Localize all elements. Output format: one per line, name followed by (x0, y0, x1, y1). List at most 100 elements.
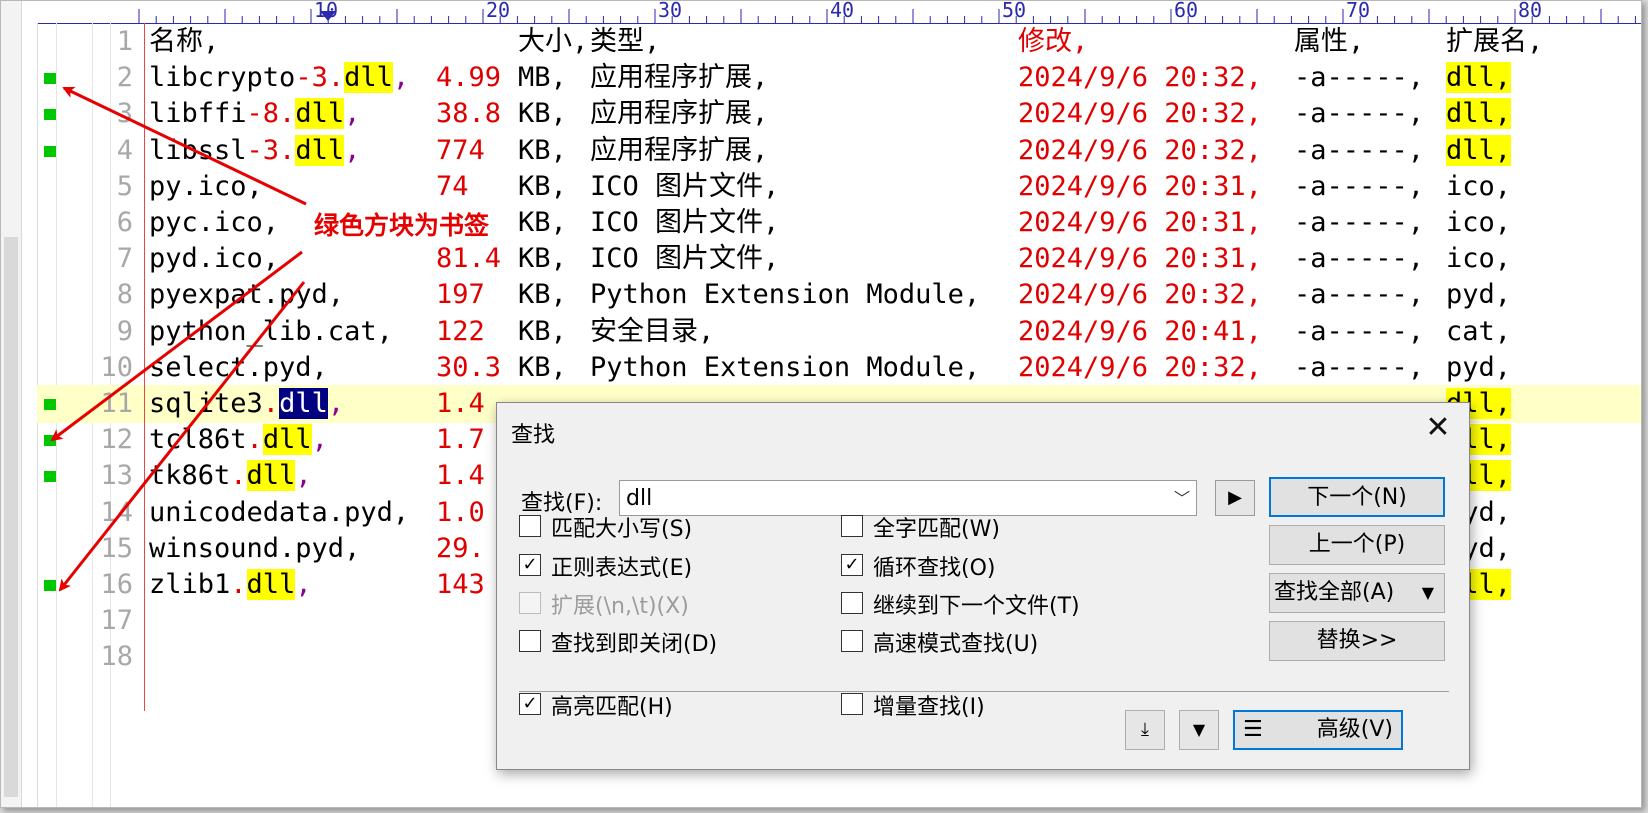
attributes: -a-----, (1294, 170, 1425, 202)
incremental-label[interactable]: 增量查找(I) (873, 689, 985, 721)
col-unit: KB, (518, 276, 567, 314)
text-line[interactable]: 8 pyexpat.pyd, 197 KB, Python Extension Modu… (37, 276, 1641, 314)
close-icon[interactable]: ✕ (1421, 411, 1455, 445)
col-size: 74 (436, 168, 469, 206)
regex-label[interactable]: 正则表达式(E) (551, 550, 692, 582)
dropdown-arrow-icon[interactable]: ▼ (1179, 710, 1219, 750)
wrap-label[interactable]: 循环查找(O) (873, 550, 995, 582)
fast-mode-label[interactable]: 高速模式查找(U) (873, 626, 1038, 658)
margin-line (144, 23, 145, 711)
line-number: 2 (116, 62, 133, 94)
line-number: 17 (100, 605, 133, 637)
text-line[interactable]: 9 python_lib.cat, 122 KB, 安全目录, 2024/9/6 20:4… (37, 313, 1641, 351)
col-date: 2024/9/6 20:31, (1018, 204, 1262, 242)
highlight-label[interactable]: 高亮匹配(H) (551, 689, 673, 721)
find-prev-button[interactable]: 上一个(P) (1269, 525, 1445, 565)
col-ext: dll, (1446, 59, 1512, 97)
chevron-down-icon[interactable]: ﹀ (1174, 481, 1190, 517)
whole-word-checkbox[interactable] (841, 515, 863, 537)
scrollbar-thumb[interactable] (4, 237, 18, 797)
file-name-stem: tcl86t (149, 424, 247, 456)
col-name: libffi-8.dll, (149, 95, 360, 133)
text-line[interactable]: 7 pyd.ico, 81.4 KB, ICO 图片文件, 2024/9/6 20:31,… (37, 240, 1641, 278)
line-number: 6 (116, 207, 133, 238)
regex-checkbox[interactable]: ✓ (519, 554, 541, 576)
line-number: 16 (100, 569, 133, 600)
col-attr: -a-----, (1294, 240, 1424, 278)
vertical-scrollbar[interactable] (1, 1, 22, 807)
file-type: 安全目录, (590, 315, 715, 347)
column-ruler: 1020304050607080 (37, 1, 1641, 24)
file-name: pyexpat.pyd, (149, 279, 345, 311)
extended-checkbox (519, 592, 541, 614)
file-name-stem: libffi (149, 98, 247, 130)
col-name: tk86t.dll, (149, 457, 312, 495)
line-number: 5 (116, 170, 133, 202)
line-number: 7 (116, 243, 133, 275)
find-all-button[interactable]: 查找全部(A) ▼ (1269, 573, 1445, 613)
col-size: 4.99 (436, 59, 501, 97)
fast-mode-checkbox[interactable] (841, 630, 863, 652)
attributes: -a-----, (1294, 351, 1425, 383)
whole-word-label[interactable]: 全字匹配(W) (873, 511, 1000, 543)
find-next-button[interactable]: 下一个(N) (1269, 477, 1445, 517)
col-date: 2024/9/6 20:32, (1018, 59, 1262, 97)
wrap-checkbox[interactable]: ✓ (841, 554, 863, 576)
file-name: unicodedata.pyd, (149, 496, 410, 528)
text-line[interactable]: 3 libffi-8.dll, 38.8 KB, 应用程序扩展, 2024/9/6 20:… (37, 95, 1641, 133)
close-on-find-label[interactable]: 查找到即关闭(D) (551, 626, 717, 658)
col-unit: KB, (518, 313, 567, 351)
col-size: 38.8 (436, 95, 501, 133)
col-name: zlib1.dll, (149, 566, 312, 604)
size-unit: KB, (518, 134, 567, 166)
line-number: 1 (116, 26, 133, 57)
comma: , (295, 460, 312, 492)
col-type: Python Extension Module, (590, 276, 980, 314)
text-line[interactable]: 10 select.pyd, 30.3 KB, Python Extension Mod… (37, 349, 1641, 387)
text-line[interactable]: 1 名称, 大小, 类型, 修改, 属性, 扩展名, (37, 23, 1641, 61)
file-size: 1.0 (436, 496, 485, 528)
dialog-title: 查找 (511, 423, 556, 448)
col-size: 1.7 (436, 421, 485, 459)
col-size: 1.4 (436, 385, 485, 423)
find-all-label: 查找全部(A) (1274, 580, 1395, 605)
text-line[interactable]: 2 libcrypto-3.dll, 4.99 MB, 应用程序扩展, 2024/9/6 … (37, 59, 1641, 97)
file-size: 143 (436, 569, 485, 600)
highlight-checkbox[interactable]: ✓ (519, 693, 541, 715)
col-ext: dll, (1446, 95, 1512, 133)
ruler-label: 50 (1002, 1, 1026, 22)
col-date: 2024/9/6 20:32, (1018, 349, 1262, 387)
col-size: 122 (436, 313, 485, 351)
replace-toggle-button[interactable]: 替换>> (1269, 621, 1445, 661)
col-ext: dll, (1446, 132, 1512, 170)
file-name-suffix: . (230, 460, 247, 492)
col-unit: KB, (518, 204, 567, 242)
caret-down-icon[interactable]: ▼ (1422, 574, 1434, 612)
text-line[interactable]: 6 pyc.ico, KB, ICO 图片文件, 2024/9/6 20:31, -a--… (37, 204, 1641, 242)
close-on-find-checkbox[interactable] (519, 630, 541, 652)
run-arrow-icon[interactable]: ▶ (1215, 480, 1255, 516)
col-unit: KB, (518, 349, 567, 387)
attributes: -a-----, (1294, 134, 1425, 166)
selected-match: dll (279, 388, 328, 419)
match-case-label[interactable]: 匹配大小写(S) (551, 511, 692, 543)
col-type: ICO 图片文件, (590, 168, 779, 206)
pin-icon[interactable]: ⤓ (1125, 710, 1165, 750)
size-unit: 大小, (518, 26, 589, 57)
text-line[interactable]: 4 libssl-3.dll, 774 KB, 应用程序扩展, 2024/9/6 20:3… (37, 132, 1641, 170)
next-file-label[interactable]: 继续到下一个文件(T) (873, 588, 1080, 620)
col-size: 30.3 (436, 349, 501, 387)
col-unit: MB, (518, 59, 567, 97)
extension: cat, (1446, 315, 1512, 347)
col-type: ICO 图片文件, (590, 240, 779, 278)
find-input-value: dll (626, 486, 653, 511)
next-file-checkbox[interactable] (841, 592, 863, 614)
line-number: 14 (100, 496, 133, 528)
text-line[interactable]: 5 py.ico, 74 KB, ICO 图片文件, 2024/9/6 20:31, -a-… (37, 168, 1641, 206)
advanced-button[interactable]: ☰ 高级(V) (1233, 710, 1403, 750)
extension: ico, (1446, 170, 1512, 202)
match-case-checkbox[interactable] (519, 515, 541, 537)
file-size: 74 (436, 170, 469, 202)
incremental-checkbox[interactable] (841, 693, 863, 715)
advanced-label: 高级(V) (1316, 717, 1393, 742)
